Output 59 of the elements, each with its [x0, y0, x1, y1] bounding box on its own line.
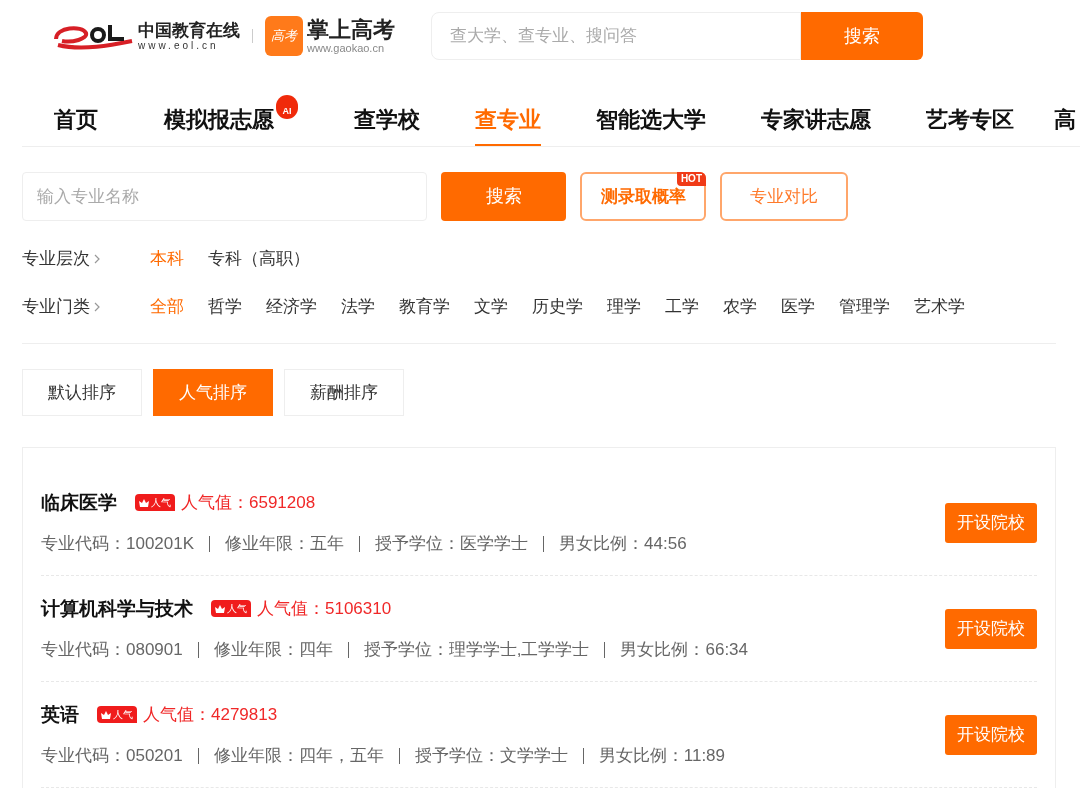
- nav-tab[interactable]: 模拟报志愿: [164, 103, 274, 146]
- filter-option[interactable]: 教育学: [399, 294, 450, 320]
- popularity-value: 人气值：5106310: [257, 598, 392, 620]
- crown-icon: [215, 604, 225, 613]
- filter-option[interactable]: 经济学: [266, 294, 317, 320]
- hot-badge: HOT: [676, 172, 706, 186]
- brand-url: www.eol.cn: [138, 40, 220, 51]
- nav-tab[interactable]: 艺考专区: [926, 103, 1014, 146]
- nav-tab[interactable]: 首页: [54, 103, 98, 146]
- filter-option[interactable]: 理学: [607, 294, 641, 320]
- major-info: 授予学位：医学学士: [375, 533, 529, 555]
- major-info: 修业年限：四年: [213, 639, 333, 661]
- filter-option[interactable]: 文学: [474, 294, 508, 320]
- sort-tab[interactable]: 默认排序: [22, 369, 142, 416]
- filter-option[interactable]: 工学: [665, 294, 699, 320]
- major-info: 专业代码：080901: [41, 639, 183, 661]
- badge-label: 人气: [113, 708, 133, 723]
- major-name[interactable]: 临床医学: [41, 488, 117, 517]
- search-field[interactable]: 查大学、查专业、搜问答: [431, 12, 801, 60]
- popularity-value: 人气值：6591208: [181, 492, 316, 514]
- filter-option[interactable]: 农学: [723, 294, 757, 320]
- filter-option[interactable]: 艺术学: [914, 294, 965, 320]
- major-search-field[interactable]: 输入专业名称: [22, 172, 427, 221]
- nav-tab[interactable]: 高: [1054, 103, 1076, 146]
- filter-label: 专业门类: [22, 296, 91, 319]
- crown-icon: [101, 710, 111, 719]
- chevron-right-icon: [94, 254, 100, 264]
- badge-label: 人气: [227, 602, 247, 617]
- major-name[interactable]: 计算机科学与技术: [41, 594, 193, 623]
- major-info: 专业代码：050201: [41, 745, 183, 767]
- major-info: 男女比例：11:89: [598, 745, 725, 767]
- nav-tab[interactable]: 查学校: [354, 103, 420, 146]
- app-logo-icon: 高考: [265, 16, 303, 56]
- major-info: 男女比例：44:56: [559, 533, 687, 555]
- chevron-right-icon: [94, 302, 100, 312]
- crown-icon: [139, 498, 149, 507]
- filter-option[interactable]: 哲学: [208, 294, 242, 320]
- major-info: 修业年限：五年: [225, 533, 345, 555]
- major-name[interactable]: 英语: [41, 700, 79, 729]
- filter-option[interactable]: 医学: [781, 294, 815, 320]
- major-info: 专业代码：100201K: [41, 533, 195, 555]
- popularity-value: 人气值：4279813: [143, 704, 278, 726]
- major-info: 授予学位：文学学士: [414, 745, 568, 767]
- app-url: www.gaokao.cn: [307, 42, 386, 54]
- brand-name: 中国教育在线: [138, 21, 240, 39]
- filter-option[interactable]: 法学: [341, 294, 375, 320]
- badge-label: 人气: [151, 496, 171, 511]
- major-info: 授予学位：理学学士,工学学士: [363, 639, 590, 661]
- filter-option[interactable]: 历史学: [532, 294, 583, 320]
- filter-option[interactable]: 管理学: [839, 294, 890, 320]
- major-info: 修业年限：四年，五年: [213, 745, 384, 767]
- filter-label: 专业层次: [22, 248, 91, 271]
- nav-tab[interactable]: 专家讲志愿: [761, 103, 871, 146]
- sort-tab[interactable]: 薪酬排序: [284, 369, 404, 416]
- ai-flame-badge: AI: [276, 95, 298, 119]
- major-info: 男女比例：66:34: [620, 639, 748, 661]
- filter-option[interactable]: 专科（高职）: [208, 246, 310, 272]
- app-name: 掌上高考: [307, 18, 395, 41]
- nav-tab[interactable]: 智能选大学: [596, 103, 706, 146]
